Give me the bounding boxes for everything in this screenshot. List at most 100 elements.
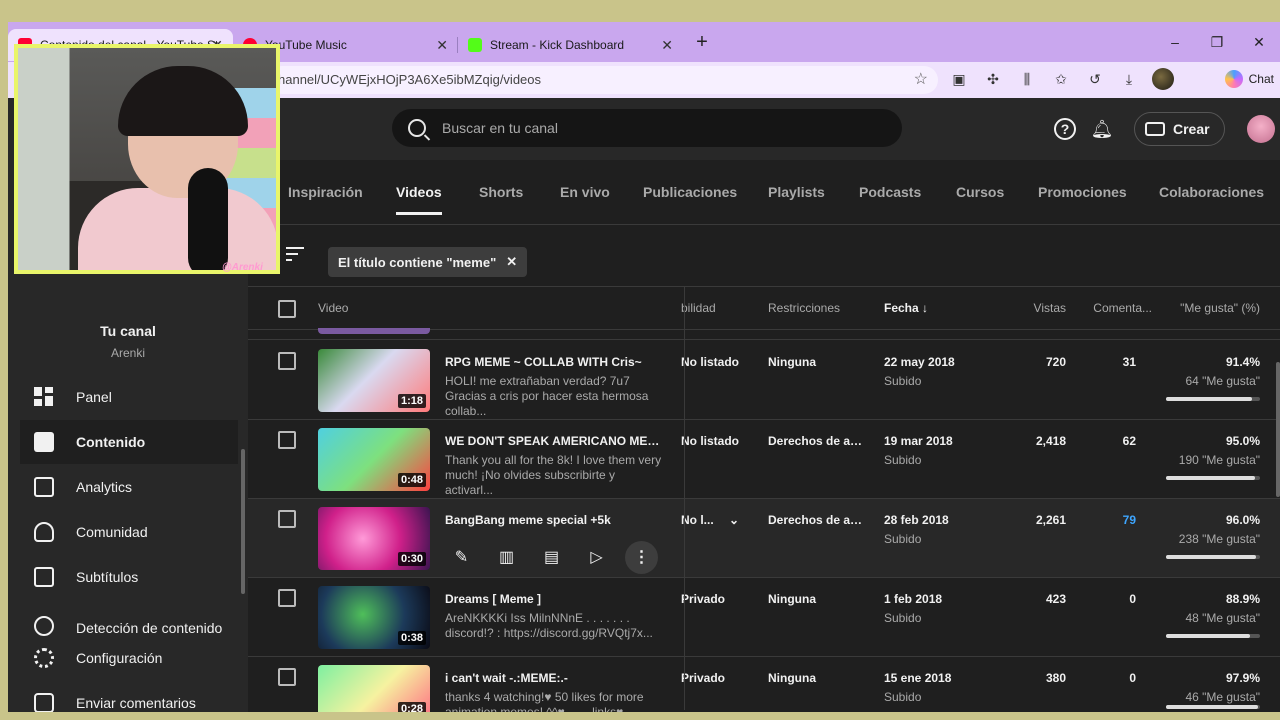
table-row[interactable]: 1:18 RPG MEME ~ COLLAB WITH Cris~ HOLI! … [248, 341, 1280, 420]
table-scrollbar[interactable] [1276, 362, 1280, 497]
filter-icon[interactable] [286, 247, 304, 265]
video-title[interactable]: BangBang meme special +5k [445, 513, 665, 527]
upload-status: Subido [884, 532, 922, 546]
sidebar-item-enviar-comentarios[interactable]: Enviar comentarios [20, 681, 238, 712]
tab-publicaciones[interactable]: Publicaciones [643, 184, 737, 200]
tab-cursos[interactable]: Cursos [956, 184, 1004, 200]
tab-videos[interactable]: Videos [396, 184, 442, 215]
row-checkbox[interactable] [278, 431, 296, 449]
date-value: 22 may 2018 [884, 355, 955, 369]
comments-icon[interactable]: ▤ [535, 541, 568, 574]
copilot-chat-button[interactable]: Chat [1224, 70, 1274, 88]
help-icon[interactable]: ? [1054, 118, 1076, 140]
likes-ratio-bar [1166, 397, 1260, 401]
minimize-icon[interactable]: – [1154, 34, 1196, 50]
create-button[interactable]: Crear [1134, 112, 1225, 146]
table-row[interactable]: 0:38 Dreams [ Meme ] AreNKKKKi Iss MilnN… [248, 578, 1280, 657]
video-title[interactable]: WE DON'T SPEAK AMERICANO MEME... [445, 434, 665, 448]
visibility-value[interactable]: No listado [681, 355, 739, 369]
sort-arrow-down-icon: ↓ [922, 301, 929, 315]
close-icon[interactable]: ✕ [506, 254, 517, 270]
column-likes[interactable]: "Me gusta" (%) [1180, 301, 1260, 315]
tab-promociones[interactable]: Promociones [1038, 184, 1127, 200]
likes-percent: 97.9% [1225, 671, 1260, 685]
sidebar-scrollbar[interactable] [241, 449, 245, 594]
new-tab-icon[interactable]: + [687, 31, 717, 54]
more-options-icon[interactable]: ⋮ [625, 541, 658, 574]
analytics-icon[interactable]: ▥ [490, 541, 523, 574]
account-avatar[interactable] [1246, 115, 1275, 143]
likes-ratio-fill [1166, 634, 1250, 638]
table-row[interactable] [248, 328, 1280, 340]
notifications-bell-icon[interactable]: 🔔︎ [1090, 117, 1114, 141]
video-title[interactable]: Dreams [ Meme ] [445, 592, 665, 606]
column-views[interactable]: Vistas [1034, 301, 1066, 315]
sidebar-item-configuracion[interactable]: Configuración [20, 636, 238, 680]
tab-en-vivo[interactable]: En vivo [560, 184, 610, 200]
channel-name[interactable]: Tu canal [8, 323, 248, 339]
sidebar-item-panel[interactable]: Panel [20, 375, 238, 419]
browser-profile-avatar[interactable] [1152, 68, 1174, 90]
table-row[interactable]: 0:28 i can't wait -.:MEME:.- thanks 4 wa… [248, 657, 1280, 712]
visibility-value[interactable]: Privado [681, 592, 725, 606]
column-date[interactable]: Fecha ↓ [884, 301, 928, 315]
video-thumbnail[interactable]: 0:38 [318, 586, 430, 649]
row-checkbox[interactable] [278, 352, 296, 370]
edit-pencil-icon[interactable]: ✎ [445, 541, 478, 574]
favorites-icon[interactable]: ✩ [1050, 68, 1072, 90]
chat-label: Chat [1248, 72, 1274, 86]
column-visibility[interactable]: bilidad [681, 301, 716, 315]
extension-icon[interactable]: ▣ [948, 68, 970, 90]
filter-chip[interactable]: El título contiene "meme" ✕ [328, 247, 528, 277]
video-thumbnail[interactable]: 1:18 [318, 349, 430, 412]
visibility-dropdown[interactable]: No l... ⌄ [681, 513, 739, 527]
copyright-icon [34, 616, 54, 636]
tab-podcasts[interactable]: Podcasts [859, 184, 921, 200]
tab-playlists[interactable]: Playlists [768, 184, 825, 200]
likes-percent: 96.0% [1225, 513, 1260, 527]
likes-percent: 88.9% [1225, 592, 1260, 606]
column-restrictions[interactable]: Restricciones [768, 301, 840, 315]
comments-link[interactable]: 79 [1123, 513, 1136, 527]
tab-colaboraciones[interactable]: Colaboraciones [1159, 184, 1264, 200]
downloads-icon[interactable]: ⤓ [1118, 68, 1140, 90]
row-checkbox[interactable] [278, 589, 296, 607]
likes-ratio-fill [1166, 397, 1252, 401]
video-title[interactable]: RPG MEME ~ COLLAB WITH Cris~ [445, 355, 665, 369]
video-thumbnail[interactable] [318, 328, 430, 334]
history-icon[interactable]: ↺ [1084, 68, 1106, 90]
youtube-play-icon[interactable]: ▷ [580, 541, 613, 574]
column-video[interactable]: Video [318, 301, 348, 315]
channel-search-input[interactable]: Buscar en tu canal [392, 109, 902, 147]
close-icon[interactable]: ✕ [436, 37, 448, 54]
sidebar-item-comunidad[interactable]: Comunidad [20, 510, 238, 554]
select-all-checkbox[interactable] [278, 300, 296, 318]
visibility-value[interactable]: No listado [681, 434, 739, 448]
close-icon[interactable]: ✕ [661, 37, 673, 54]
table-row[interactable]: 0:48 WE DON'T SPEAK AMERICANO MEME... Th… [248, 420, 1280, 499]
favorite-star-icon[interactable]: ☆ [914, 66, 928, 94]
maximize-icon[interactable]: ❐ [1196, 34, 1238, 51]
tab-inspiracion[interactable]: Inspiración [288, 184, 363, 200]
tab-shorts[interactable]: Shorts [479, 184, 523, 200]
row-checkbox[interactable] [278, 668, 296, 686]
video-thumbnail[interactable]: 0:48 [318, 428, 430, 491]
sidebar-item-analytics[interactable]: Analytics [20, 465, 238, 509]
split-screen-icon[interactable]: ⫼ [1016, 68, 1038, 90]
row-checkbox[interactable] [278, 510, 296, 528]
puzzle-icon[interactable]: ✣ [982, 68, 1004, 90]
video-title[interactable]: i can't wait -.:MEME:.- [445, 671, 665, 685]
table-row[interactable]: 0:30 BangBang meme special +5k ✎ ▥ ▤ ▷ ⋮… [248, 499, 1280, 578]
table-header: Video bilidad Restricciones Fecha ↓ Vist… [248, 286, 1280, 330]
kick-favicon-icon [468, 38, 482, 52]
tab-kick-dashboard[interactable]: Stream - Kick Dashboard ✕ [458, 29, 683, 61]
column-comments[interactable]: Comenta... [1093, 301, 1152, 315]
video-thumbnail[interactable]: 0:28 [318, 665, 430, 712]
sidebar-item-contenido[interactable]: Contenido [20, 420, 238, 464]
sidebar-item-subtitulos[interactable]: Subtítulos [20, 555, 238, 599]
window-close-icon[interactable]: ✕ [1238, 34, 1280, 51]
address-bar[interactable]: hannel/UCyWEjxHOjP3A6Xe5ibMZqig/videos ☆ [268, 66, 938, 94]
video-thumbnail[interactable]: 0:30 [318, 507, 430, 570]
sidebar-item-deteccion[interactable]: Detección de contenido [20, 600, 238, 636]
visibility-value[interactable]: Privado [681, 671, 725, 685]
